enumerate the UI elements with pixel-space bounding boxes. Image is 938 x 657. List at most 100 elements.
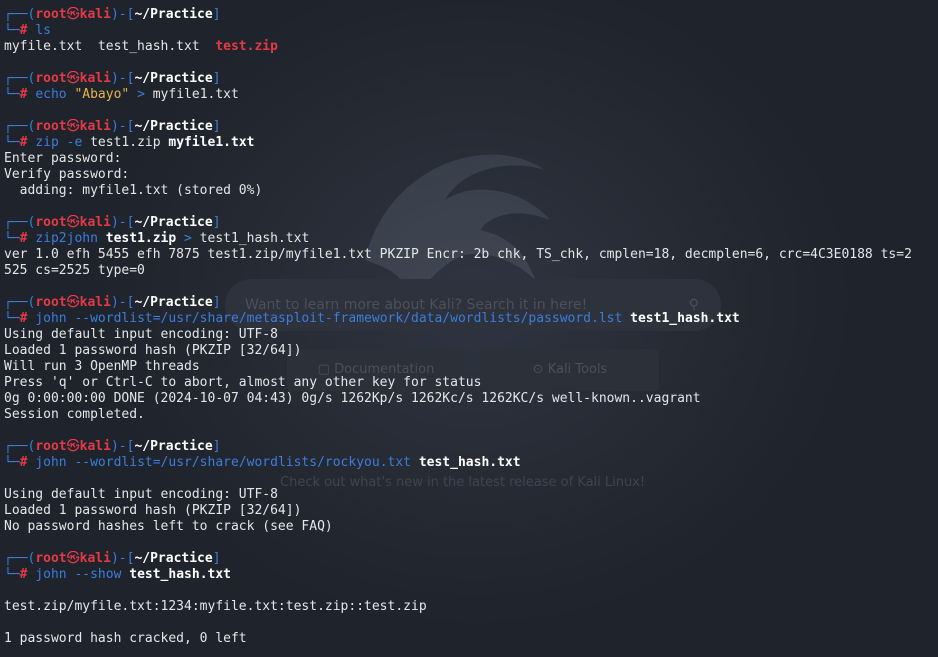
command-part: test1.zip — [90, 135, 169, 150]
prompt-bracket: )-[ — [110, 119, 135, 134]
archive-file: test.zip — [215, 39, 278, 54]
prompt-bracket: ┌──( — [4, 551, 36, 566]
output-line: ver 1.0 efh 5455 efh 7875 test1.zip/myfi… — [4, 247, 938, 263]
prompt-line: ┌──(root㉿kali)-[~/Practice] — [4, 215, 938, 231]
command-line: └─# john --show test_hash.txt — [4, 567, 938, 583]
prompt-line: ┌──(root㉿kali)-[~/Practice] — [4, 7, 938, 23]
prompt-path: ~/Practice — [134, 7, 213, 22]
prompt-line: ┌──(root㉿kali)-[~/Practice] — [4, 551, 938, 567]
command-part: zip2john — [35, 231, 106, 246]
command-part: test1.zip — [105, 231, 177, 246]
prompt-bracket: ┌──( — [4, 295, 36, 310]
output-line: Session completed. — [4, 407, 938, 423]
prompt-corner: └─ — [4, 231, 20, 246]
prompt-bracket: ] — [212, 439, 221, 454]
command-part: test_hash.txt — [129, 567, 231, 582]
output-line: Verify password: — [4, 167, 938, 183]
prompt-path: ~/Practice — [134, 215, 213, 230]
command-part: --wordlist=/usr/share/wordlists/rockyou.… — [74, 455, 419, 470]
output-line: Using default input encoding: UTF-8 — [4, 327, 938, 343]
kali-symbol-icon: ㉿ — [66, 295, 80, 310]
prompt-bracket: )-[ — [110, 7, 135, 22]
command-line: └─# echo "Abayo" > myfile1.txt — [4, 87, 938, 103]
command-part: test1_hash.txt — [199, 231, 310, 246]
output-text: test.zip/myfile.txt:1234:myfile.txt:test… — [4, 599, 427, 614]
prompt-bracket: )-[ — [110, 295, 135, 310]
kali-symbol-icon: ㉿ — [66, 439, 80, 454]
prompt-bracket: )-[ — [110, 439, 135, 454]
prompt-bracket: )-[ — [110, 215, 135, 230]
command-line: └─# ls — [4, 23, 938, 39]
output-text: Using default input encoding: UTF-8 — [4, 487, 278, 502]
prompt-bracket: )-[ — [110, 551, 135, 566]
output-line: Will run 3 OpenMP threads — [4, 359, 938, 375]
command-line: └─# john --wordlist=/usr/share/wordlists… — [4, 455, 938, 471]
prompt-user: root — [35, 295, 67, 310]
output-text: 0g 0:00:00:00 DONE (2024-10-07 04:43) 0g… — [4, 391, 701, 406]
command-part: --show — [74, 567, 130, 582]
prompt-bracket: ┌──( — [4, 71, 36, 86]
output-text: 525 cs=2525 type=0 — [4, 263, 145, 278]
output-line: adding: myfile1.txt (stored 0%) — [4, 183, 938, 199]
prompt-bracket: ┌──( — [4, 119, 36, 134]
prompt-host: kali — [79, 551, 111, 566]
output-text: Verify password: — [4, 167, 130, 182]
output-text: ver 1.0 efh 5455 efh 7875 test1.zip/myfi… — [4, 247, 912, 262]
command-part: john — [35, 567, 75, 582]
prompt-bracket: ] — [212, 551, 221, 566]
output-text: 1 password hash cracked, 0 left — [4, 631, 247, 646]
terminal-output[interactable]: ┌──(root㉿kali)-[~/Practice] └─# ls myfile.… — [4, 7, 938, 647]
prompt-corner: └─ — [4, 87, 20, 102]
prompt-host: kali — [79, 71, 111, 86]
prompt-corner: └─ — [4, 23, 20, 38]
prompt-line: ┌──(root㉿kali)-[~/Practice] — [4, 71, 938, 87]
command-part: echo — [35, 87, 75, 102]
output-text: Press 'q' or Ctrl-C to abort, almost any… — [4, 375, 482, 390]
output-line: Loaded 1 password hash (PKZIP [32/64]) — [4, 343, 938, 359]
prompt-path: ~/Practice — [134, 119, 213, 134]
output-text: Loaded 1 password hash (PKZIP [32/64]) — [4, 343, 302, 358]
output-text: Will run 3 OpenMP threads — [4, 359, 200, 374]
prompt-bracket: ┌──( — [4, 439, 36, 454]
kali-symbol-icon: ㉿ — [66, 551, 80, 566]
prompt-user: root — [35, 119, 67, 134]
command-part: test1_hash.txt — [630, 311, 740, 326]
prompt-user: root — [35, 215, 67, 230]
command-line: └─# zip -e test1.zip myfile1.txt — [4, 135, 938, 151]
output-text: Loaded 1 password hash (PKZIP [32/64]) — [4, 503, 302, 518]
command-part: ls — [35, 23, 51, 38]
prompt-bracket: ] — [212, 215, 221, 230]
prompt-host: kali — [79, 439, 111, 454]
prompt-bracket: ] — [212, 295, 221, 310]
kali-symbol-icon: ㉿ — [66, 215, 80, 230]
command-part: john — [35, 311, 75, 326]
output-text: adding: myfile1.txt (stored 0%) — [4, 183, 263, 198]
prompt-corner: └─ — [4, 311, 20, 326]
prompt-host: kali — [79, 215, 111, 230]
command-line: └─# zip2john test1.zip > test1_hash.txt — [4, 231, 938, 247]
prompt-bracket: ┌──( — [4, 215, 36, 230]
prompt-bracket: ] — [212, 71, 221, 86]
command-part: -e — [66, 135, 91, 150]
prompt-path: ~/Practice — [134, 71, 213, 86]
command-part: test_hash.txt — [418, 455, 521, 470]
output-line: 1 password hash cracked, 0 left — [4, 631, 938, 647]
output-line: Enter password: — [4, 151, 938, 167]
output-line: Using default input encoding: UTF-8 — [4, 487, 938, 503]
prompt-corner: └─ — [4, 135, 20, 150]
prompt-user: root — [35, 71, 67, 86]
prompt-path: ~/Practice — [134, 551, 213, 566]
output-text: Enter password: — [4, 151, 122, 166]
output-line: Loaded 1 password hash (PKZIP [32/64]) — [4, 503, 938, 519]
command-part: john — [35, 455, 75, 470]
kali-symbol-icon: ㉿ — [66, 7, 80, 22]
command-part: myfile1.txt — [168, 135, 255, 150]
command-line: └─# john --wordlist=/usr/share/metasploi… — [4, 311, 938, 327]
